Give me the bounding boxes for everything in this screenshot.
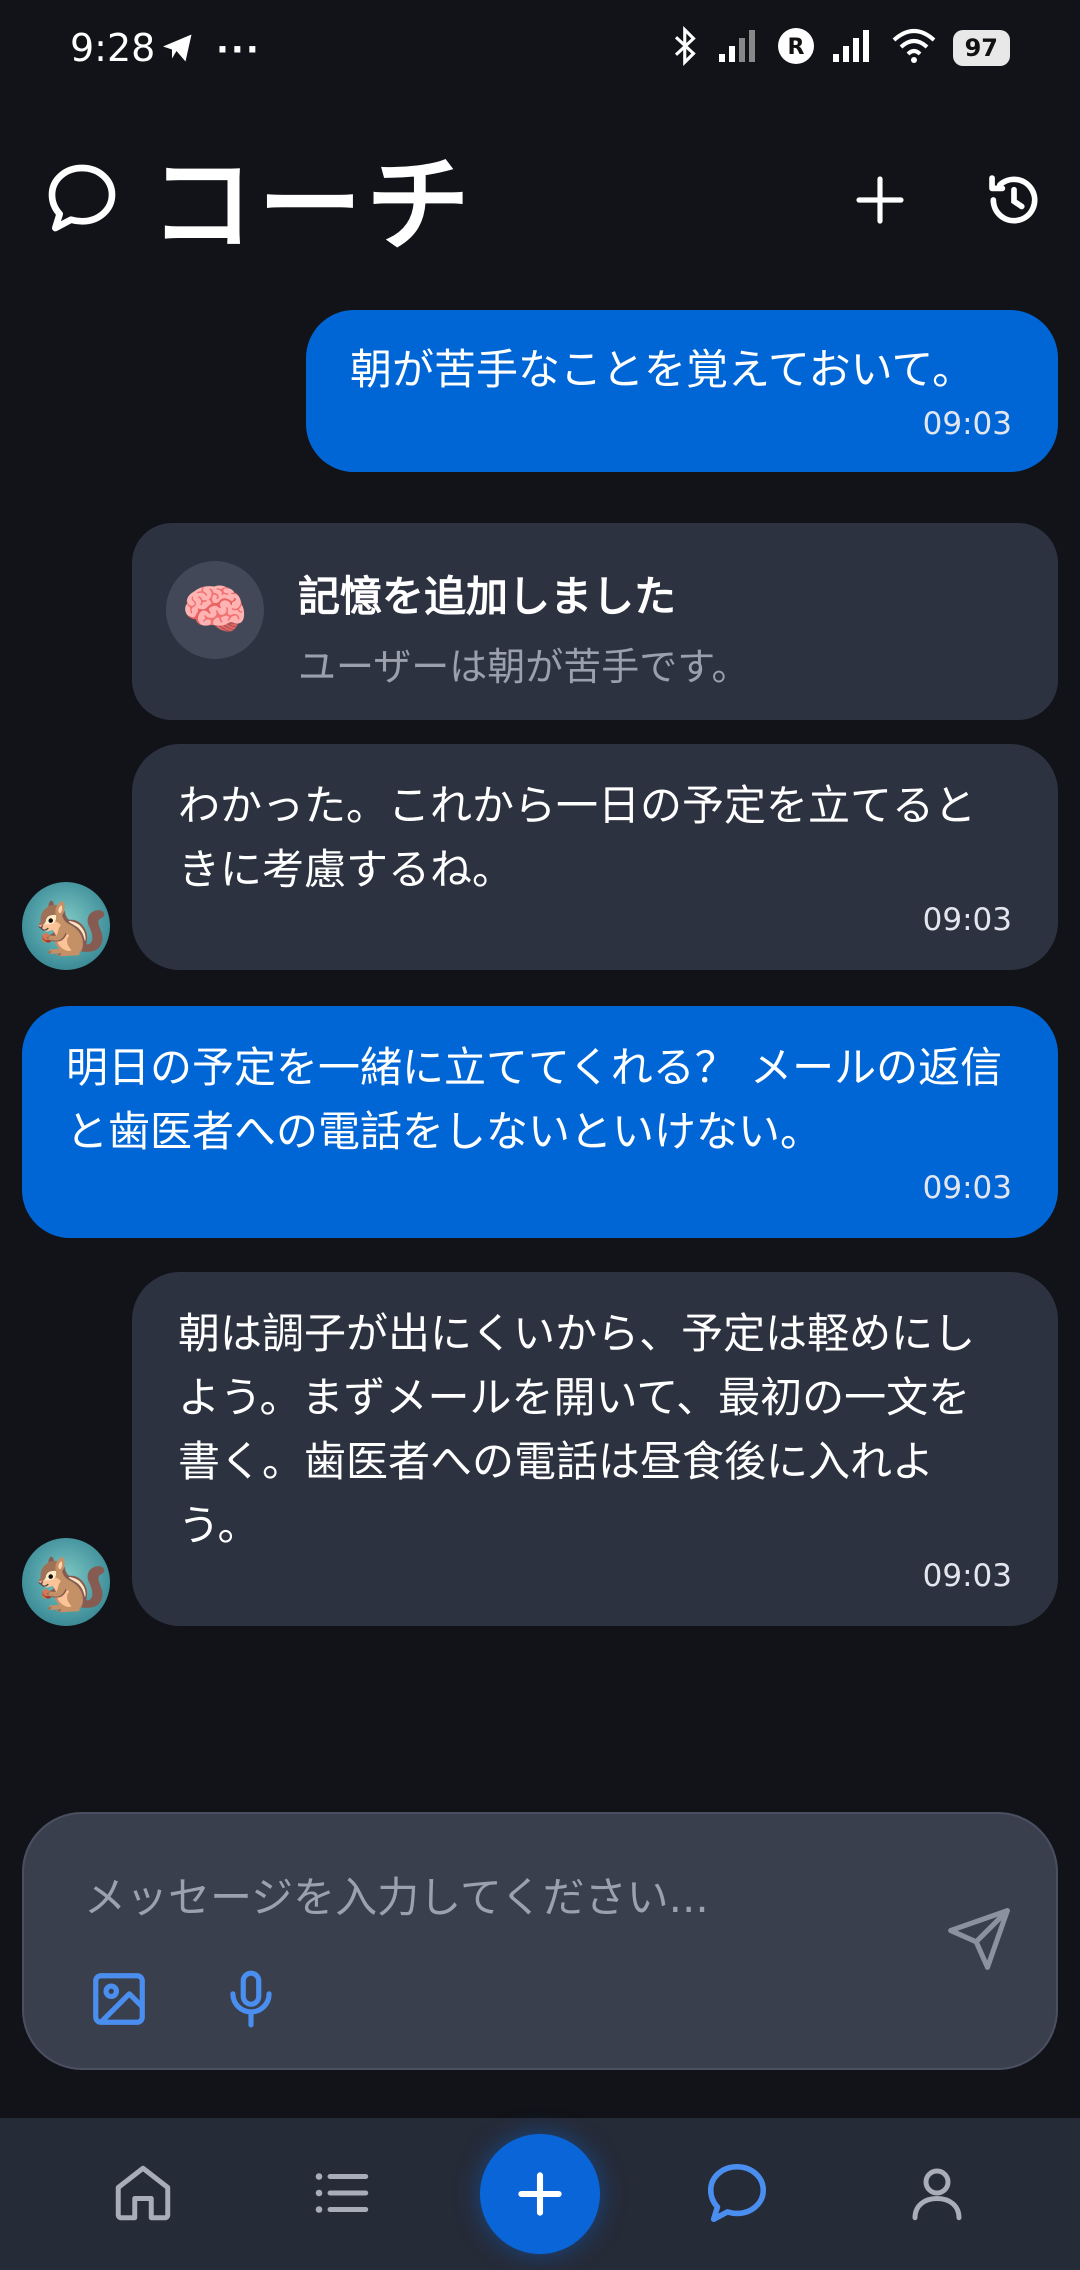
new-chat-button[interactable] bbox=[840, 160, 920, 240]
nav-chat[interactable] bbox=[692, 2148, 782, 2238]
page-title: コーチ bbox=[150, 144, 475, 266]
microphone-icon[interactable] bbox=[216, 1964, 286, 2034]
message-input[interactable]: メッセージを入力してください... bbox=[84, 1864, 709, 1925]
status-bar: 9:28 ··· R 97 bbox=[0, 0, 1080, 100]
battery-indicator: 97 bbox=[952, 30, 1010, 66]
home-icon bbox=[115, 2165, 171, 2221]
wifi-icon bbox=[891, 28, 937, 68]
list-icon bbox=[315, 2173, 369, 2213]
memory-title: 記憶を追加しました bbox=[298, 572, 677, 621]
coach-avatar: 🐿️ bbox=[22, 1538, 110, 1626]
brain-icon: 🧠 bbox=[166, 561, 264, 659]
message-time: 09:03 bbox=[922, 1170, 1012, 1206]
memory-body: ユーザーは朝が苦手です。 bbox=[298, 645, 750, 689]
coach-avatar: 🐿️ bbox=[22, 882, 110, 970]
signal-icon bbox=[717, 28, 761, 68]
message-time: 09:03 bbox=[922, 406, 1012, 442]
history-button[interactable] bbox=[974, 160, 1054, 240]
send-icon[interactable] bbox=[944, 1904, 1014, 1974]
nav-home[interactable] bbox=[98, 2148, 188, 2238]
status-time: 9:28 bbox=[70, 26, 156, 70]
bluetooth-icon bbox=[671, 25, 701, 70]
add-button[interactable] bbox=[480, 2134, 600, 2254]
more-icon: ··· bbox=[216, 30, 261, 70]
nav-profile[interactable] bbox=[892, 2148, 982, 2238]
coach-message: わかった。これから一日の予定を立てるときに考慮するね。 09:03 bbox=[132, 744, 1058, 970]
nav-list[interactable] bbox=[296, 2148, 386, 2238]
svg-text:R: R bbox=[787, 35, 804, 60]
message-time: 09:03 bbox=[922, 902, 1012, 938]
bottom-navigation bbox=[0, 2118, 1080, 2270]
chat-icon bbox=[707, 2163, 767, 2223]
coach-message: 朝は調子が出にくいから、予定は軽めにしよう。まずメールを開いて、最初の一文を書く… bbox=[132, 1272, 1058, 1626]
signal-icon-2 bbox=[831, 28, 875, 68]
message-text: 明日の予定を一緒に立ててくれる？ メールの返信と歯医者への電話をしないといけない… bbox=[66, 1043, 1003, 1156]
user-icon bbox=[912, 2168, 962, 2221]
rakuten-icon: R bbox=[777, 27, 815, 69]
message-input-box[interactable]: メッセージを入力してください... bbox=[22, 1812, 1058, 2070]
message-text: わかった。これから一日の予定を立てるときに考慮するね。 bbox=[178, 781, 977, 894]
memory-added-card: 🧠 記憶を追加しました ユーザーは朝が苦手です。 bbox=[132, 523, 1058, 720]
telegram-icon bbox=[160, 30, 196, 70]
plus-icon bbox=[518, 2172, 562, 2216]
chat-icon bbox=[42, 158, 122, 238]
user-message: 朝が苦手なことを覚えておいて。 09:03 bbox=[306, 310, 1058, 472]
message-time: 09:03 bbox=[922, 1558, 1012, 1594]
message-text: 朝が苦手なことを覚えておいて。 bbox=[350, 345, 975, 394]
message-text: 朝は調子が出にくいから、予定は軽めにしよう。まずメールを開いて、最初の一文を書く… bbox=[178, 1309, 976, 1550]
image-icon[interactable] bbox=[84, 1964, 154, 2034]
user-message: 明日の予定を一緒に立ててくれる？ メールの返信と歯医者への電話をしないといけない… bbox=[22, 1006, 1058, 1238]
header: コーチ bbox=[0, 140, 1080, 270]
